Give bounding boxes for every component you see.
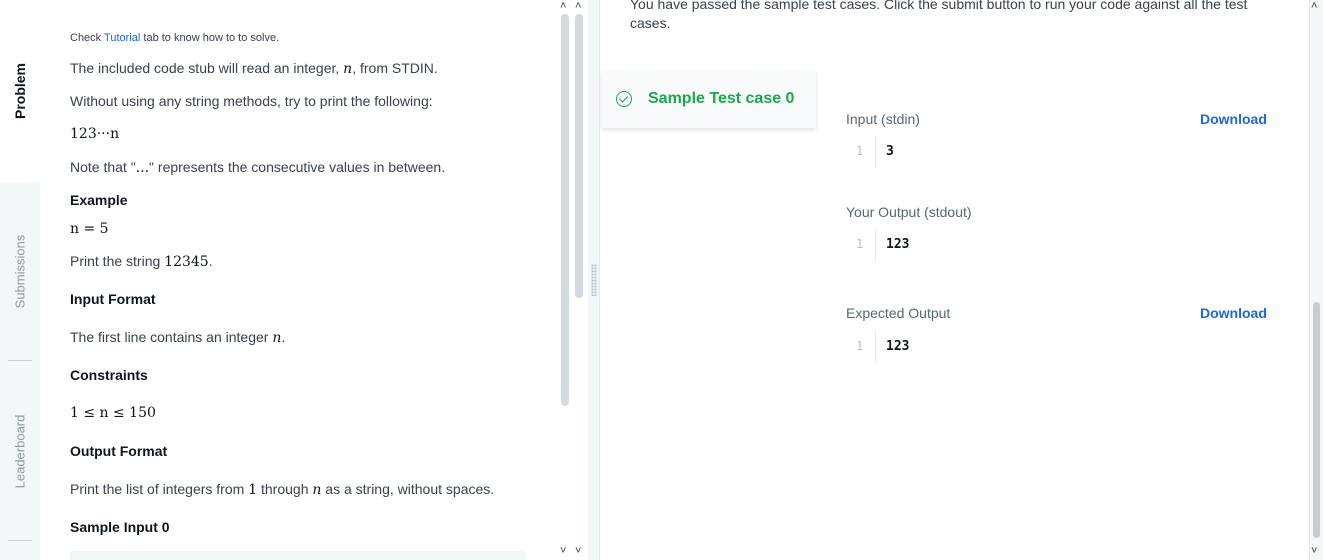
tutorial-hint-suffix: tab to know how to to solve. [143,32,280,44]
problem-statement-panel: Check Tutorial tab to know how to to sol… [40,0,588,560]
intro-end: , from STDIN. [352,60,438,76]
intro-text: The included code stub will read an inte… [70,60,438,77]
sample-input-box [70,551,526,560]
note-dots: ... [135,160,150,176]
math-var: n [343,61,353,77]
input-format-end: . [281,329,286,345]
output-format-mid: through [261,481,309,497]
line-number: 1 [856,339,864,353]
formula: 123···n [70,126,120,142]
constraints-heading: Constraints [70,367,148,383]
tutorial-link[interactable]: Tutorial [104,32,140,44]
output-format-prefix: Print the list of integers from [70,481,245,497]
line-number: 1 [856,144,864,158]
print-value: 12345 [164,254,209,270]
tutorial-hint-prefix: Check [70,32,102,44]
vertical-tab-bar: Problem Submissions Leaderboard [0,0,40,560]
print-prefix: Print the string [70,253,161,269]
expected-value: 123 [886,339,910,354]
input-download-button[interactable]: Download [1200,111,1267,127]
tab-leaderboard[interactable]: Leaderboard [0,362,40,540]
test-result-panel: You have passed the sample test cases. C… [600,0,1308,560]
constraints-value: 1 ≤ n ≤ 150 [70,405,156,421]
chevron-up-icon[interactable]: ˄ [1311,0,1317,12]
chevron-down-icon[interactable]: ˅ [1311,545,1317,557]
gutter-divider [875,229,876,261]
note-text: Note that "..." represents the consecuti… [70,159,445,176]
tab-problem-label: Problem [12,62,29,120]
output-format-text: Print the list of integers from 1 throug… [70,481,494,498]
tab-leaderboard-label: Leaderboard [12,414,28,488]
example-value: n = 5 [70,221,109,237]
print-end: . [208,253,213,269]
input-label: Input (stdin) [846,111,920,127]
line-number: 1 [856,237,864,251]
result-message: You have passed the sample test cases. C… [630,0,1248,31]
example-heading: Example [70,192,128,208]
gutter-divider [875,136,876,168]
note-suffix: " represents the consecutive values in b… [149,159,446,175]
tutorial-hint: Check Tutorial tab to know how to to sol… [70,32,279,44]
input-value: 3 [886,144,894,159]
chevron-down-icon[interactable]: ˅ [560,545,566,557]
tab-sample-test-case[interactable]: Sample Test case 0 [602,70,816,128]
expected-output-label: Expected Output [846,305,951,321]
input-format-heading: Input Format [70,291,156,307]
instruction-text: Without using any string methods, try to… [70,93,433,109]
output-value: 123 [886,237,910,252]
output-format-heading: Output Format [70,443,168,459]
scrollbar-thumb[interactable] [561,14,569,406]
tab-problem[interactable]: Problem [0,0,40,182]
tab-divider [8,360,32,361]
input-format-text: The first line contains an integer n. [70,329,285,346]
math-value: 1 [248,482,258,498]
tab-submissions[interactable]: Submissions [0,182,40,360]
print-text: Print the string 12345. [70,253,213,270]
intro-sentence: The included code stub will read an inte… [70,60,340,76]
chevron-up-icon[interactable]: ˄ [560,0,566,12]
scrollbar-thumb[interactable] [1313,302,1320,538]
chevron-up-icon[interactable]: ˄ [575,0,581,12]
math-var: n [312,482,322,498]
tab-divider [8,540,32,541]
output-label: Your Output (stdout) [846,204,972,220]
tab-submissions-label: Submissions [12,234,28,308]
drag-handle-icon[interactable] [591,264,597,296]
note-prefix: Note that " [70,159,136,175]
expected-download-button[interactable]: Download [1200,305,1267,321]
input-format-sentence: The first line contains an integer [70,329,269,345]
chevron-down-icon[interactable]: ˅ [575,545,581,557]
sample-input-heading: Sample Input 0 [70,519,170,535]
test-case-label: Sample Test case 0 [648,90,795,107]
output-format-suffix: as a string, without spaces. [325,481,495,497]
check-circle-icon [616,91,632,107]
scrollbar-thumb[interactable] [575,14,583,298]
gutter-divider [875,331,876,363]
